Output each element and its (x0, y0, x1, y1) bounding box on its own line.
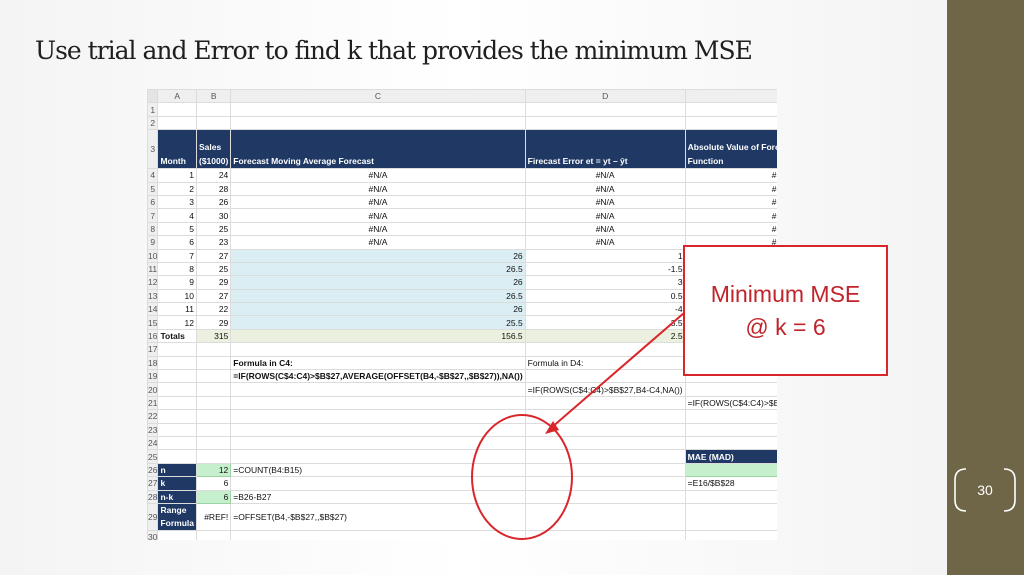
slide-number: 30 (977, 482, 993, 498)
minimum-mse-callout: Minimum MSE @ k = 6 (683, 245, 888, 376)
mse-highlight-ellipse (471, 414, 573, 540)
callout-line-2: @ k = 6 (745, 313, 826, 340)
callout-arrow-line (550, 312, 685, 429)
callout-line-1: Minimum MSE (710, 280, 861, 307)
